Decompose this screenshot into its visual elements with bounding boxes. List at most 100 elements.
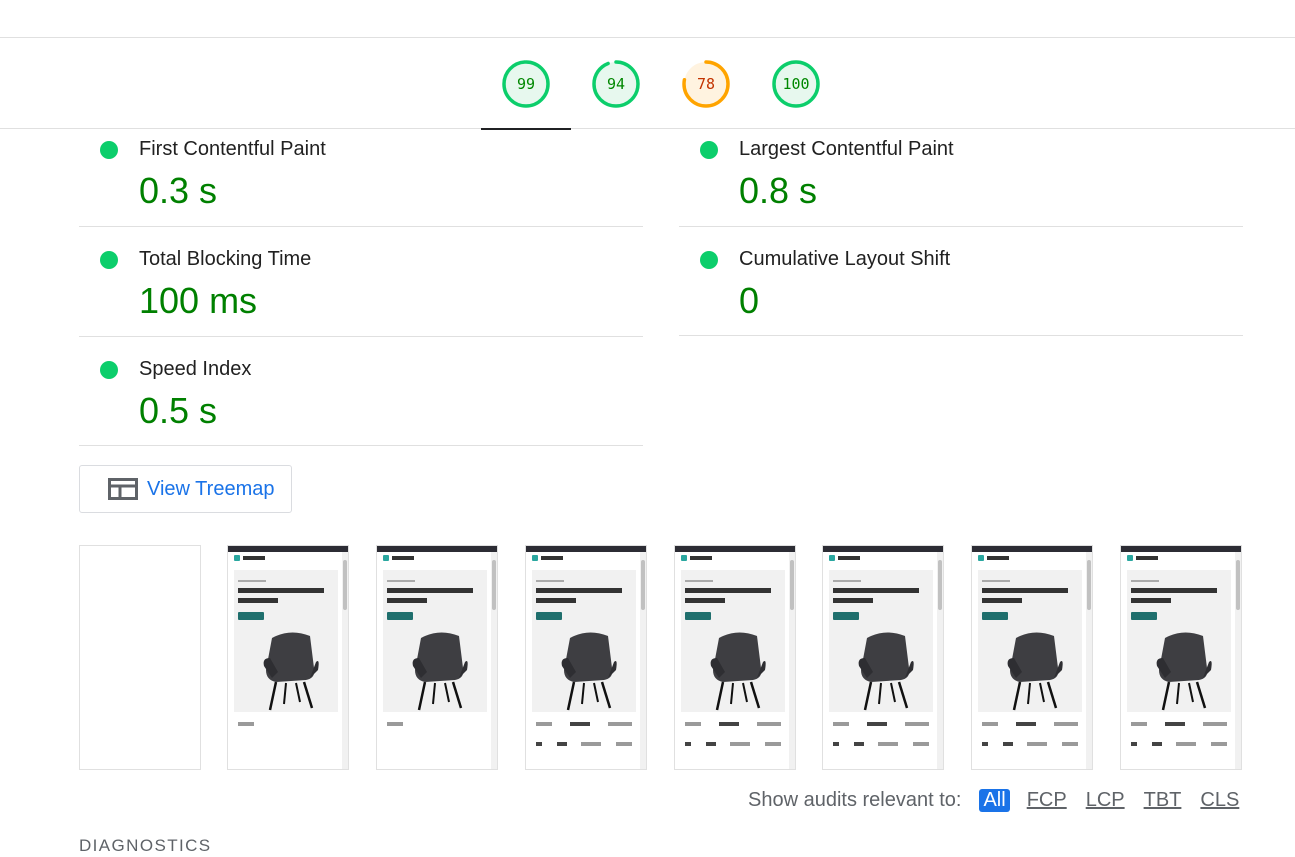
filter-lcp[interactable]: LCP (1084, 789, 1127, 812)
frame-logo-row (982, 742, 1078, 748)
frame-logo-row (685, 722, 781, 728)
frame-hero-title (982, 588, 1068, 593)
frame-scroll-thumb (343, 560, 347, 610)
brand-logo-icon (829, 555, 835, 561)
frame-hero-title (536, 588, 622, 593)
gauge-tab-seo[interactable]: 100 (751, 38, 841, 129)
frame-hero-title (238, 598, 278, 603)
frame-hero-title (1131, 588, 1217, 593)
frame-partner-logo (1151, 742, 1162, 746)
brand-logo-icon (1127, 555, 1133, 561)
pass-dot-icon (100, 141, 118, 159)
frame-brand (541, 556, 563, 560)
frame-kicker (387, 580, 415, 582)
frame-partner-logo (387, 722, 403, 726)
frame-partner-logo (757, 722, 781, 726)
gauge-score: 100 (782, 74, 810, 93)
frame-hero-title (387, 598, 427, 603)
frame-scrollbar (789, 552, 795, 769)
frame-partner-logo (764, 742, 781, 746)
frame-shop-button (536, 612, 562, 620)
frame-scrollbar (1235, 552, 1241, 769)
frame-partner-logo (1131, 722, 1147, 726)
frame-logo-row (238, 722, 334, 728)
filter-cls[interactable]: CLS (1198, 789, 1241, 812)
metric-cumulative-layout-shift: Cumulative Layout Shift 0 (679, 242, 1243, 336)
frame-partner-logo (833, 742, 839, 746)
chair-icon (1156, 632, 1212, 711)
score-gauge: 94 (591, 59, 641, 109)
frame-partner-logo (685, 742, 691, 746)
chair-icon (858, 632, 914, 711)
frame-topbar (377, 546, 497, 552)
frame-brand (243, 556, 265, 560)
score-gauge: 99 (501, 59, 551, 109)
frame-topbar (1121, 546, 1241, 552)
frame-kicker (833, 580, 861, 582)
frame-scrollbar (342, 552, 348, 769)
frame-header (829, 555, 869, 561)
frame-header (681, 555, 721, 561)
frame-scroll-thumb (492, 560, 496, 610)
frame-topbar (526, 546, 646, 552)
filmstrip-frame (525, 545, 647, 770)
treemap-icon (108, 478, 138, 500)
frame-hero-title (685, 598, 725, 603)
frame-scroll-thumb (938, 560, 942, 610)
gauge-score: 78 (696, 74, 716, 93)
filter-tbt[interactable]: TBT (1142, 789, 1184, 812)
frame-partner-logo (912, 742, 929, 746)
gauge-tab-best-practices[interactable]: 78 (661, 38, 751, 129)
metric-label: First Contentful Paint (139, 138, 326, 160)
frame-brand (690, 556, 712, 560)
metric-value: 0.5 s (139, 390, 218, 431)
frame-hero (234, 570, 338, 712)
frame-hero (978, 570, 1082, 712)
gauge-tab-accessibility[interactable]: 94 (571, 38, 661, 129)
gauge-tab-performance[interactable]: 99 (481, 38, 571, 130)
frame-hero-title (536, 598, 576, 603)
filter-fcp[interactable]: FCP (1025, 789, 1069, 812)
chair-icon (710, 632, 766, 711)
frame-partner-logo (556, 742, 567, 746)
frame-partner-logo (982, 742, 988, 746)
score-gauge: 78 (681, 59, 731, 109)
chair-icon (1007, 632, 1063, 711)
frame-partner-logo (833, 722, 849, 726)
frame-kicker (536, 580, 564, 582)
metric-value: 0.8 s (739, 170, 818, 211)
frame-brand (1136, 556, 1158, 560)
frame-kicker (1131, 580, 1159, 582)
frame-header (234, 555, 274, 561)
frame-hero (681, 570, 785, 712)
frame-logo-row (536, 722, 632, 728)
frame-kicker (982, 580, 1010, 582)
frame-header (978, 555, 1018, 561)
frame-shop-button (1131, 612, 1157, 620)
frame-brand (838, 556, 860, 560)
frame-partner-logo (867, 722, 887, 726)
frame-logo-row (833, 742, 929, 748)
metric-label: Largest Contentful Paint (739, 138, 954, 160)
brand-logo-icon (383, 555, 389, 561)
filter-all[interactable]: All (979, 788, 1010, 812)
frame-partner-logo (853, 742, 864, 746)
frame-scrollbar (640, 552, 646, 769)
audit-filter-label: Show audits relevant to: (748, 788, 962, 811)
frame-scrollbar (1086, 552, 1092, 769)
brand-logo-icon (234, 555, 240, 561)
frame-header (532, 555, 572, 561)
frame-partner-logo (536, 742, 542, 746)
frame-partner-logo (1016, 722, 1036, 726)
frame-logo-row (982, 722, 1078, 728)
view-treemap-button[interactable]: View Treemap (79, 465, 292, 513)
frame-partner-logo (705, 742, 716, 746)
frame-topbar (972, 546, 1092, 552)
frame-hero-title (1131, 598, 1171, 603)
frame-topbar (823, 546, 943, 552)
frame-partner-logo (1131, 742, 1137, 746)
frame-partner-logo (1027, 742, 1048, 746)
filmstrip-frame (227, 545, 349, 770)
frame-shop-button (685, 612, 711, 620)
metric-value: 100 ms (139, 280, 258, 321)
